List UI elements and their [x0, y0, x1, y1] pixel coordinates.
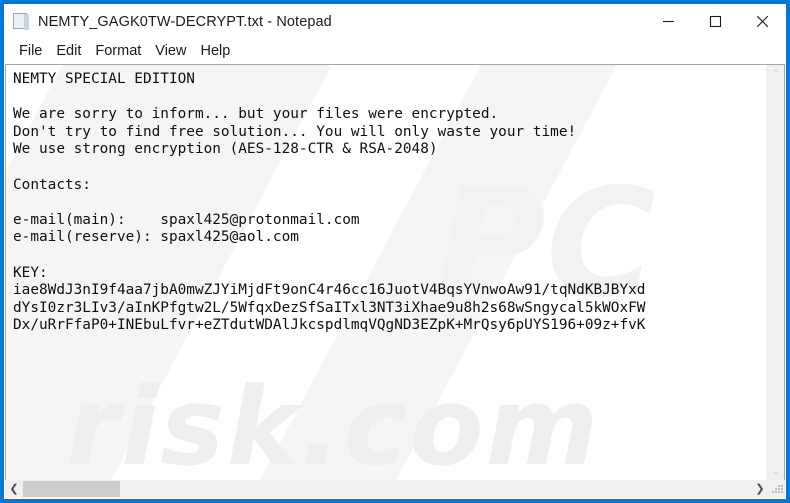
editor-area: PC risk.com NEMTY SPECIAL EDITION We are… [4, 64, 786, 499]
menu-item-format[interactable]: Format [88, 42, 148, 61]
scroll-up-arrow-icon[interactable]: ⌃ [767, 65, 784, 82]
menu-item-file[interactable]: File [12, 42, 49, 61]
horizontal-scroll-thumb[interactable] [23, 481, 120, 497]
window-controls [645, 4, 786, 39]
scroll-right-arrow-icon[interactable]: ❯ [751, 480, 769, 498]
menu-item-edit[interactable]: Edit [49, 42, 88, 61]
scroll-down-arrow-icon[interactable]: ⌄ [767, 463, 784, 480]
scroll-left-arrow-icon[interactable]: ❮ [5, 480, 23, 498]
menu-item-view[interactable]: View [148, 42, 193, 61]
close-button[interactable] [739, 4, 786, 39]
notepad-window: NEMTY_GAGK0TW-DECRYPT.txt - Notepad File… [0, 0, 790, 503]
vertical-scroll-track[interactable] [767, 82, 784, 463]
title-bar-left: NEMTY_GAGK0TW-DECRYPT.txt - Notepad [4, 13, 645, 30]
window-title: NEMTY_GAGK0TW-DECRYPT.txt - Notepad [38, 13, 332, 30]
editor-row: PC risk.com NEMTY SPECIAL EDITION We are… [5, 64, 785, 480]
horizontal-scroll-track[interactable] [23, 480, 751, 498]
title-bar[interactable]: NEMTY_GAGK0TW-DECRYPT.txt - Notepad [4, 4, 786, 39]
text-editor[interactable]: PC risk.com NEMTY SPECIAL EDITION We are… [6, 65, 766, 480]
maximize-button[interactable] [692, 4, 739, 39]
resize-grip-icon[interactable] [769, 480, 785, 498]
watermark-brand: risk.com [66, 365, 601, 480]
vertical-scrollbar[interactable]: ⌃ ⌄ [766, 65, 784, 480]
menu-bar: File Edit Format View Help [4, 39, 786, 64]
minimize-button[interactable] [645, 4, 692, 39]
document-body[interactable]: NEMTY SPECIAL EDITION We are sorry to in… [6, 65, 766, 335]
notepad-document-icon [13, 13, 30, 30]
menu-item-help[interactable]: Help [193, 42, 237, 61]
horizontal-scrollbar[interactable]: ❮ ❯ [5, 480, 785, 498]
